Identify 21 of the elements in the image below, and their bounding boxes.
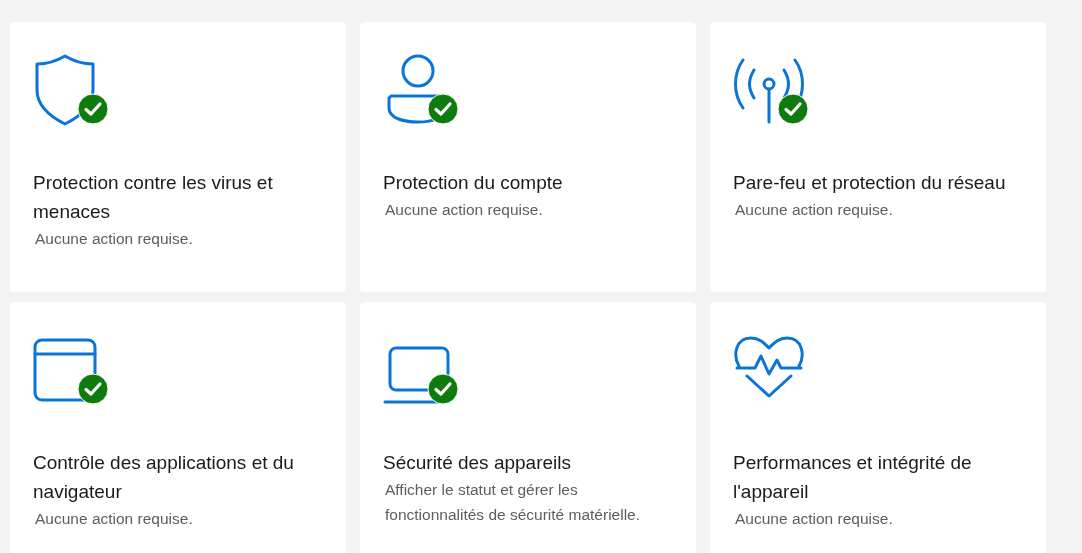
status-card[interactable]: Protection contre les virus et menaces Aucune action requise.	[10, 22, 346, 292]
heart-pulse-icon	[733, 334, 805, 398]
status-card[interactable]: Performances et intégrité de l'appareil Aucune action requise.	[710, 302, 1046, 553]
card-title: Performances et intégrité de l'appareil	[733, 451, 973, 504]
card-title: Protection contre les virus et menaces	[33, 171, 274, 224]
card-description: Aucune action requise.	[735, 509, 894, 529]
shield-icon	[33, 54, 97, 126]
card-description: Aucune action requise.	[35, 509, 194, 529]
card-title: Contrôle des applications et du navigateur	[33, 451, 295, 504]
status-card[interactable]: Sécurité des appareils Afficher le statut et gérer les fonctionnalités de sécurité matérielle.	[360, 302, 696, 553]
status-card[interactable]: Pare-feu et protection du réseau Aucune action requise.	[710, 22, 1046, 292]
status-card[interactable]: Contrôle des applications et du navigateur Aucune action requise.	[10, 302, 346, 553]
status-card[interactable]: Protection du compte Aucune action requise.	[360, 22, 696, 292]
card-title: Sécurité des appareils	[383, 451, 572, 475]
card-title: Protection du compte	[383, 171, 564, 195]
card-description: Afficher le statut et gérer les fonctionnalités de sécurité matérielle.	[385, 480, 642, 525]
card-description: Aucune action requise.	[735, 200, 894, 220]
card-description: Aucune action requise.	[35, 229, 194, 249]
card-description: Aucune action requise.	[385, 200, 544, 220]
window-icon	[33, 338, 99, 404]
card-title: Pare-feu et protection du réseau	[733, 171, 1007, 195]
